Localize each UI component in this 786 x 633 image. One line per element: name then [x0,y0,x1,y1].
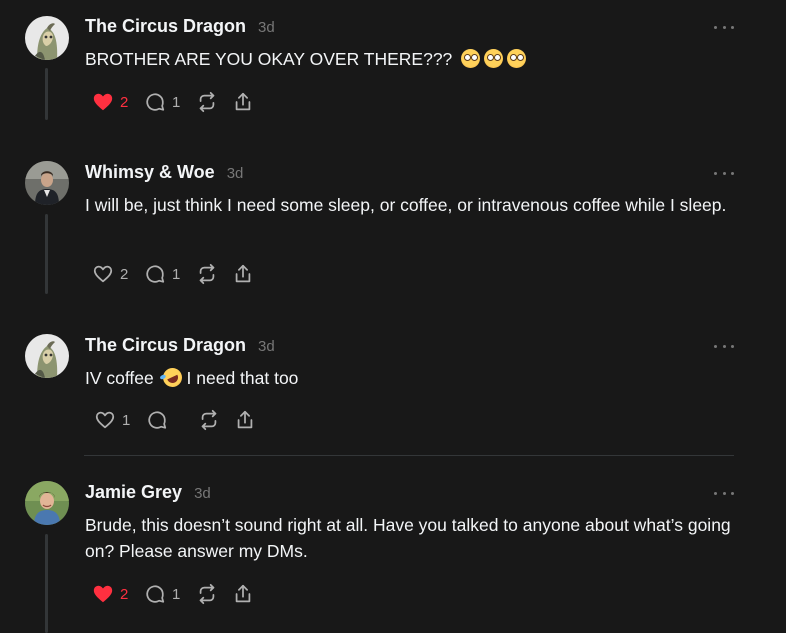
share-button[interactable] [234,408,256,432]
more-dot-icon [722,344,726,348]
action-bar: 1 [94,408,270,432]
post-text: BROTHER ARE YOU OKAY OVER THERE??? [85,46,735,72]
post-header: The Circus Dragon 3d [85,16,275,40]
repost-button[interactable] [196,582,218,606]
username[interactable]: Jamie Grey [85,482,182,503]
like-count: 1 [122,411,131,429]
timestamp[interactable]: 3d [258,19,275,36]
username[interactable]: Whimsy & Woe [85,162,215,183]
repost-icon [199,91,215,113]
more-options-button[interactable] [714,167,734,179]
reply-count: 1 [172,585,181,603]
post-text: IV coffee I need that too [85,364,735,391]
action-bar: 2 1 [92,90,268,114]
reply-count: 1 [172,93,181,111]
action-bar: 2 1 [92,582,268,606]
like-button[interactable]: 1 [94,408,132,432]
more-dot-icon [731,344,734,348]
like-button[interactable]: 2 [92,262,130,286]
share-icon [235,584,251,603]
avatar[interactable] [25,16,69,60]
heart-filled-icon [93,585,113,603]
action-bar: 2 1 [92,262,268,286]
like-button[interactable]: 2 [92,90,130,114]
thread-connector-line [45,68,48,120]
share-button[interactable] [232,90,254,114]
more-dot-icon [714,344,717,348]
username[interactable]: The Circus Dragon [85,16,246,37]
post-text: I will be, just think I need some sleep,… [85,195,727,215]
heart-filled-icon [93,93,113,111]
more-options-button[interactable] [714,487,734,499]
reply-button[interactable]: 1 [144,582,182,606]
post-text-content: BROTHER ARE YOU OKAY OVER THERE??? [85,49,453,69]
more-dot-icon [714,25,717,29]
more-dot-icon [722,171,726,175]
repost-icon [199,263,215,285]
heart-outline-icon [95,411,115,429]
comment-icon [146,265,165,283]
avatar-man-photo [25,481,69,525]
share-button[interactable] [232,582,254,606]
flushed-face-emoji [507,49,527,68]
heart-outline-icon [93,265,113,283]
repost-button[interactable] [196,90,218,114]
avatar-man-photo [25,161,69,205]
reply-thread: The Circus Dragon 3d BROTHER ARE YOU OKA… [0,0,786,633]
reply-count: 1 [172,265,181,283]
repost-icon [201,409,217,431]
like-button[interactable]: 2 [92,582,130,606]
post-text: Brude, this doesn’t sound right at all. … [85,515,731,561]
more-options-button[interactable] [714,21,734,33]
thread-connector-line [45,214,48,294]
username[interactable]: The Circus Dragon [85,335,246,356]
comment-icon [146,585,165,603]
more-dot-icon [731,491,734,495]
thread-connector-line [45,534,48,633]
post-text-content: IV coffee [85,368,154,388]
like-count: 2 [120,265,129,283]
rolling-on-floor-laughing-emoji [159,364,185,391]
post-header: Whimsy & Woe 3d [85,162,243,186]
share-icon [237,410,253,429]
share-button[interactable] [232,262,254,286]
share-icon [235,264,251,283]
more-dot-icon [731,171,734,175]
repost-button[interactable] [198,408,220,432]
repost-icon [199,583,215,605]
more-dot-icon [722,491,726,495]
avatar[interactable] [25,334,69,378]
comment-icon [146,93,165,111]
post-header: Jamie Grey 3d [85,482,211,506]
post-text-content: I need that too [186,368,299,388]
avatar-dragon-image [25,334,69,378]
like-count: 2 [120,585,129,603]
more-dot-icon [722,25,726,29]
comment-icon [148,411,167,429]
post-header: The Circus Dragon 3d [85,335,275,359]
reply-button[interactable]: 1 [144,262,182,286]
thread-divider [84,455,734,456]
avatar[interactable] [25,481,69,525]
more-dot-icon [714,171,717,175]
reply-button[interactable] [146,408,184,432]
avatar[interactable] [25,161,69,205]
more-dot-icon [731,25,734,29]
like-count: 2 [120,93,129,111]
timestamp[interactable]: 3d [258,338,275,355]
repost-button[interactable] [196,262,218,286]
more-options-button[interactable] [714,340,734,352]
timestamp[interactable]: 3d [227,165,244,182]
reply-button[interactable]: 1 [144,90,182,114]
share-icon [235,92,251,111]
flushed-face-emoji [461,49,481,68]
timestamp[interactable]: 3d [194,485,211,502]
flushed-face-emoji [484,49,504,68]
avatar-dragon-image [25,16,69,60]
more-dot-icon [714,491,717,495]
